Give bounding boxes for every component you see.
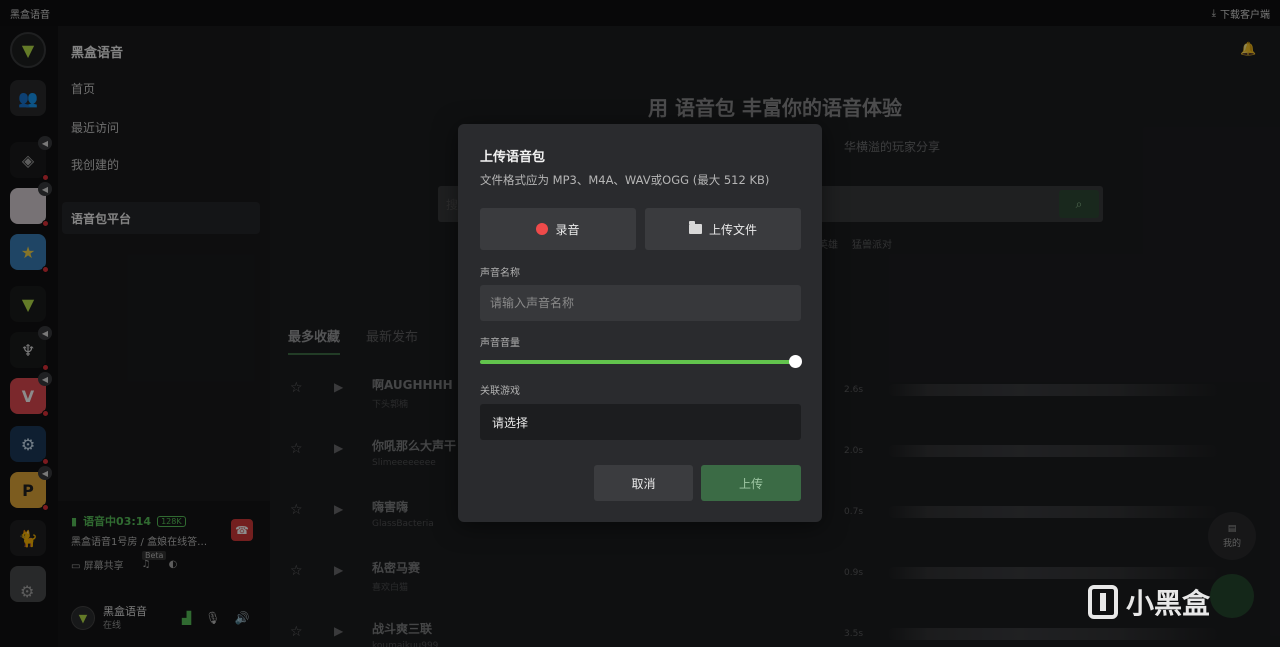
volume-slider-handle[interactable] [789, 355, 802, 368]
record-label: 录音 [555, 222, 580, 237]
upload-voice-pack-dialog: 上传语音包 文件格式应为 MP3、M4A、WAV或OGG (最大 512 KB)… [458, 124, 822, 522]
record-icon [536, 223, 549, 235]
volume-slider-track[interactable] [480, 360, 796, 364]
dialog-subtitle: 文件格式应为 MP3、M4A、WAV或OGG (最大 512 KB) [480, 173, 770, 187]
name-field-label: 声音名称 [480, 268, 520, 279]
record-button[interactable]: 录音 [480, 208, 636, 250]
upload-button[interactable]: 上传 [701, 465, 801, 501]
game-label: 关联游戏 [480, 386, 520, 397]
dialog-title: 上传语音包 [480, 150, 546, 165]
game-select[interactable]: 请选择 [480, 404, 801, 440]
volume-label: 声音音量 [480, 338, 520, 349]
folder-icon [688, 221, 702, 234]
upload-file-button[interactable]: 上传文件 [645, 208, 801, 250]
heybox-watermark-logo-icon [1088, 585, 1118, 619]
cancel-button[interactable]: 取消 [594, 465, 693, 501]
watermark-text: 小黑盒 [1126, 587, 1211, 620]
watermark: 小黑盒 [1088, 582, 1210, 622]
voice-name-input[interactable] [480, 285, 801, 321]
upload-file-label: 上传文件 [708, 222, 757, 237]
